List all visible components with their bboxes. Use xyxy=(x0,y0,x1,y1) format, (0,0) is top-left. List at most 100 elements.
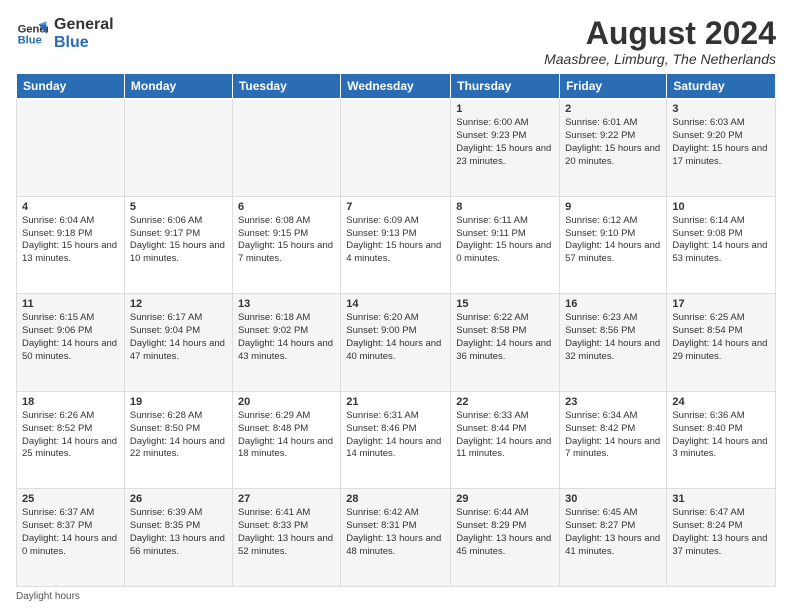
calendar-cell: 2 Sunrise: 6:01 AM Sunset: 9:22 PM Daylig… xyxy=(560,99,667,197)
header-row: Sunday Monday Tuesday Wednesday Thursday… xyxy=(17,74,776,99)
day-info: Sunrise: 6:18 AM Sunset: 9:02 PM Dayligh… xyxy=(238,312,335,363)
day-number: 26 xyxy=(130,493,227,505)
day-number: 13 xyxy=(238,298,335,310)
logo: General Blue General Blue xyxy=(16,16,114,53)
day-info: Sunrise: 6:20 AM Sunset: 9:00 PM Dayligh… xyxy=(346,312,445,363)
calendar-cell: 18 Sunrise: 6:26 AM Sunset: 8:52 PM Dayli… xyxy=(17,391,125,489)
day-info: Sunrise: 6:01 AM Sunset: 9:22 PM Dayligh… xyxy=(565,117,661,168)
calendar-cell: 5Sunrise: 6:06 AM Sunset: 9:17 PM Daylig… xyxy=(124,196,232,294)
day-number: 7 xyxy=(346,201,445,213)
day-info: Sunrise: 6:47 AM Sunset: 8:24 PM Dayligh… xyxy=(672,507,770,558)
day-info: Sunrise: 6:34 AM Sunset: 8:42 PM Dayligh… xyxy=(565,410,661,461)
calendar-cell: 10 Sunrise: 6:14 AM Sunset: 9:08 PM Dayli… xyxy=(667,196,776,294)
day-info: Sunrise: 6:22 AM Sunset: 8:58 PM Dayligh… xyxy=(456,312,554,363)
day-info: Sunrise: 6:04 AM Sunset: 9:18 PM Dayligh… xyxy=(22,215,119,266)
day-info: Sunrise: 6:29 AM Sunset: 8:48 PM Dayligh… xyxy=(238,410,335,461)
calendar-cell: 26 Sunrise: 6:39 AM Sunset: 8:35 PM Dayli… xyxy=(124,489,232,587)
day-number: 29 xyxy=(456,493,554,505)
day-info: Sunrise: 6:33 AM Sunset: 8:44 PM Dayligh… xyxy=(456,410,554,461)
calendar-cell: 31 Sunrise: 6:47 AM Sunset: 8:24 PM Dayli… xyxy=(667,489,776,587)
calendar-cell: 8Sunrise: 6:11 AM Sunset: 9:11 PM Daylig… xyxy=(451,196,560,294)
day-number: 24 xyxy=(672,396,770,408)
calendar-cell: 29 Sunrise: 6:44 AM Sunset: 8:29 PM Dayli… xyxy=(451,489,560,587)
day-number: 16 xyxy=(565,298,661,310)
title-area: August 2024 Maasbree, Limburg, The Nethe… xyxy=(544,16,776,67)
day-number: 30 xyxy=(565,493,661,505)
month-title: August 2024 xyxy=(544,16,776,51)
calendar-cell: 6 Sunrise: 6:08 AM Sunset: 9:15 PM Daylig… xyxy=(232,196,340,294)
day-number: 1 xyxy=(456,103,554,115)
day-number: 27 xyxy=(238,493,335,505)
day-info: Sunrise: 6:28 AM Sunset: 8:50 PM Dayligh… xyxy=(130,410,227,461)
day-info: Sunrise: 6:42 AM Sunset: 8:31 PM Dayligh… xyxy=(346,507,445,558)
calendar-cell: 24Sunrise: 6:36 AM Sunset: 8:40 PM Dayli… xyxy=(667,391,776,489)
calendar-cell: 27 Sunrise: 6:41 AM Sunset: 8:33 PM Dayli… xyxy=(232,489,340,587)
calendar-cell: 14Sunrise: 6:20 AM Sunset: 9:00 PM Dayli… xyxy=(341,294,451,392)
week-row-5: 25 Sunrise: 6:37 AM Sunset: 8:37 PM Dayli… xyxy=(17,489,776,587)
day-number: 22 xyxy=(456,396,554,408)
calendar-cell: 21 Sunrise: 6:31 AM Sunset: 8:46 PM Dayli… xyxy=(341,391,451,489)
day-number: 23 xyxy=(565,396,661,408)
calendar-cell: 20 Sunrise: 6:29 AM Sunset: 8:48 PM Dayli… xyxy=(232,391,340,489)
calendar-cell xyxy=(124,99,232,197)
calendar-cell: 9Sunrise: 6:12 AM Sunset: 9:10 PM Daylig… xyxy=(560,196,667,294)
day-number: 15 xyxy=(456,298,554,310)
day-info: Sunrise: 6:37 AM Sunset: 8:37 PM Dayligh… xyxy=(22,507,119,558)
day-info: Sunrise: 6:31 AM Sunset: 8:46 PM Dayligh… xyxy=(346,410,445,461)
day-info: Sunrise: 6:11 AM Sunset: 9:11 PM Dayligh… xyxy=(456,215,554,266)
calendar-cell xyxy=(341,99,451,197)
calendar-cell: 11Sunrise: 6:15 AM Sunset: 9:06 PM Dayli… xyxy=(17,294,125,392)
day-number: 25 xyxy=(22,493,119,505)
svg-text:Blue: Blue xyxy=(18,35,42,47)
calendar-cell: 19 Sunrise: 6:28 AM Sunset: 8:50 PM Dayli… xyxy=(124,391,232,489)
calendar-cell: 28Sunrise: 6:42 AM Sunset: 8:31 PM Dayli… xyxy=(341,489,451,587)
day-number: 4 xyxy=(22,201,119,213)
day-info: Sunrise: 6:12 AM Sunset: 9:10 PM Dayligh… xyxy=(565,215,661,266)
day-info: Sunrise: 6:45 AM Sunset: 8:27 PM Dayligh… xyxy=(565,507,661,558)
day-number: 21 xyxy=(346,396,445,408)
day-number: 20 xyxy=(238,396,335,408)
col-sunday: Sunday xyxy=(17,74,125,99)
calendar-cell: 3Sunrise: 6:03 AM Sunset: 9:20 PM Daylig… xyxy=(667,99,776,197)
day-info: Sunrise: 6:09 AM Sunset: 9:13 PM Dayligh… xyxy=(346,215,445,266)
col-wednesday: Wednesday xyxy=(341,74,451,99)
week-row-1: 1 Sunrise: 6:00 AM Sunset: 9:23 PM Daylig… xyxy=(17,99,776,197)
logo-blue: Blue xyxy=(54,34,114,52)
day-number: 5 xyxy=(130,201,227,213)
week-row-2: 4 Sunrise: 6:04 AM Sunset: 9:18 PM Daylig… xyxy=(17,196,776,294)
day-info: Sunrise: 6:00 AM Sunset: 9:23 PM Dayligh… xyxy=(456,117,554,168)
day-number: 12 xyxy=(130,298,227,310)
day-info: Sunrise: 6:41 AM Sunset: 8:33 PM Dayligh… xyxy=(238,507,335,558)
week-row-3: 11Sunrise: 6:15 AM Sunset: 9:06 PM Dayli… xyxy=(17,294,776,392)
calendar-cell: 30 Sunrise: 6:45 AM Sunset: 8:27 PM Dayli… xyxy=(560,489,667,587)
footer-text: Daylight hours xyxy=(16,591,80,602)
day-number: 17 xyxy=(672,298,770,310)
calendar-cell: 16 Sunrise: 6:23 AM Sunset: 8:56 PM Dayli… xyxy=(560,294,667,392)
calendar: Sunday Monday Tuesday Wednesday Thursday… xyxy=(16,73,776,587)
col-friday: Friday xyxy=(560,74,667,99)
calendar-cell: 23 Sunrise: 6:34 AM Sunset: 8:42 PM Dayli… xyxy=(560,391,667,489)
day-info: Sunrise: 6:26 AM Sunset: 8:52 PM Dayligh… xyxy=(22,410,119,461)
calendar-cell: 4 Sunrise: 6:04 AM Sunset: 9:18 PM Daylig… xyxy=(17,196,125,294)
day-number: 31 xyxy=(672,493,770,505)
day-info: Sunrise: 6:39 AM Sunset: 8:35 PM Dayligh… xyxy=(130,507,227,558)
day-info: Sunrise: 6:08 AM Sunset: 9:15 PM Dayligh… xyxy=(238,215,335,266)
logo-icon: General Blue xyxy=(16,18,48,50)
col-tuesday: Tuesday xyxy=(232,74,340,99)
col-monday: Monday xyxy=(124,74,232,99)
day-number: 18 xyxy=(22,396,119,408)
calendar-cell xyxy=(17,99,125,197)
calendar-cell xyxy=(232,99,340,197)
day-number: 10 xyxy=(672,201,770,213)
footer: Daylight hours xyxy=(16,591,776,602)
day-info: Sunrise: 6:44 AM Sunset: 8:29 PM Dayligh… xyxy=(456,507,554,558)
calendar-cell: 22 Sunrise: 6:33 AM Sunset: 8:44 PM Dayli… xyxy=(451,391,560,489)
calendar-cell: 25 Sunrise: 6:37 AM Sunset: 8:37 PM Dayli… xyxy=(17,489,125,587)
day-number: 19 xyxy=(130,396,227,408)
day-number: 6 xyxy=(238,201,335,213)
day-info: Sunrise: 6:14 AM Sunset: 9:08 PM Dayligh… xyxy=(672,215,770,266)
calendar-body: 1 Sunrise: 6:00 AM Sunset: 9:23 PM Daylig… xyxy=(17,99,776,587)
calendar-cell: 12Sunrise: 6:17 AM Sunset: 9:04 PM Dayli… xyxy=(124,294,232,392)
day-number: 2 xyxy=(565,103,661,115)
day-info: Sunrise: 6:23 AM Sunset: 8:56 PM Dayligh… xyxy=(565,312,661,363)
